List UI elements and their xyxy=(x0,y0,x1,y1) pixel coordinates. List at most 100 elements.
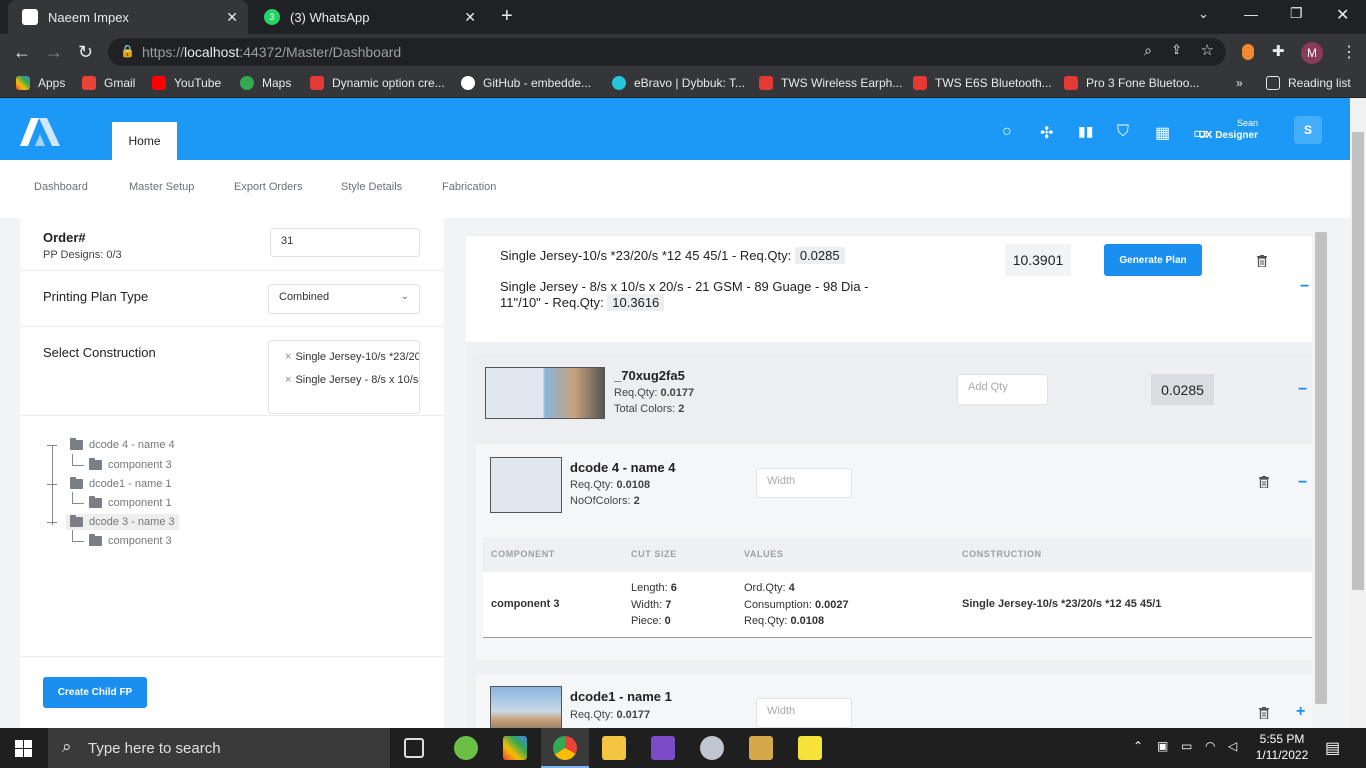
extension-icon[interactable] xyxy=(1242,44,1254,60)
construction-chip[interactable]: ×Single Jersey - 8/s x 10/s x 20/s xyxy=(285,370,419,390)
network-icon[interactable]: ✣ xyxy=(1040,123,1053,143)
sticky-notes-icon[interactable] xyxy=(798,736,822,760)
delete-icon[interactable] xyxy=(1259,707,1269,719)
dcode4-name: dcode 4 - name 4 xyxy=(570,460,676,475)
taskbar-search-input[interactable]: ⌕ Type here to search xyxy=(48,728,390,768)
tab-search-chevron-icon[interactable]: ⌄ xyxy=(1198,6,1209,22)
collapse-icon[interactable]: − xyxy=(1298,381,1307,399)
tree-node-dcode3[interactable]: dcode 3 - name 3 xyxy=(66,514,179,530)
visual-studio-icon[interactable] xyxy=(651,736,675,760)
bookmark-pro3[interactable]: Pro 3 Fone Bluetoo... xyxy=(1064,76,1199,90)
nav-fabrication[interactable]: Fabrication xyxy=(442,181,496,193)
paint-icon[interactable] xyxy=(700,736,724,760)
tab-whatsapp[interactable]: 3 (3) WhatsApp ✕ xyxy=(250,0,486,34)
basket-icon[interactable]: ⛉ xyxy=(1117,123,1129,141)
new-tab-icon[interactable]: + xyxy=(501,5,513,28)
bookmark-star-icon[interactable]: ☆ xyxy=(1201,41,1214,59)
bookmark-dynamic-option[interactable]: Dynamic option cre... xyxy=(310,76,445,90)
collapse-icon[interactable]: − xyxy=(1298,474,1307,492)
close-tab-icon[interactable]: ✕ xyxy=(226,9,238,26)
user-info[interactable]: Sean UX Designer xyxy=(1199,118,1258,141)
back-icon[interactable]: ← xyxy=(13,42,31,62)
folder-open-icon xyxy=(70,438,83,450)
tree-leaf-component[interactable]: component 3 xyxy=(89,534,172,547)
notifications-icon[interactable]: ▤ xyxy=(1325,738,1340,758)
collapse-icon[interactable]: − xyxy=(1300,278,1309,296)
profile-avatar[interactable]: M xyxy=(1301,42,1323,64)
delete-icon[interactable] xyxy=(1259,476,1269,488)
tree-leaf-component[interactable]: component 1 xyxy=(89,496,172,509)
volume-icon[interactable]: ◁ xyxy=(1228,739,1237,753)
expand-icon[interactable]: + xyxy=(1296,703,1305,721)
width-input[interactable]: Width xyxy=(756,698,852,728)
tree-node-dcode4[interactable]: dcode 4 - name 4 xyxy=(70,438,175,451)
url-path: :44372/Master/Dashboard xyxy=(239,44,402,60)
chart-icon[interactable]: ▮▮ xyxy=(1078,123,1093,140)
order-number-input[interactable]: 31 xyxy=(270,228,420,257)
tree-node-dcode1[interactable]: dcode1 - name 1 xyxy=(70,477,172,490)
minimize-icon[interactable]: — xyxy=(1244,6,1258,22)
construction-multiselect[interactable]: ×Single Jersey-10/s *23/20/s *12 45 45/1… xyxy=(268,340,420,414)
store-icon[interactable] xyxy=(503,736,527,760)
battery-icon[interactable]: ▭ xyxy=(1181,739,1192,753)
address-bar-row: ← → ↻ 🔒 https://localhost:44372/Master/D… xyxy=(0,34,1366,70)
bookmark-ebravo[interactable]: eBravo | Dybbuk: T... xyxy=(612,76,745,90)
avatar[interactable]: S xyxy=(1294,116,1322,144)
app-icon[interactable] xyxy=(454,736,478,760)
nav-dashboard[interactable]: Dashboard xyxy=(34,181,88,193)
nav-master-setup[interactable]: Master Setup xyxy=(129,181,194,193)
bookmark-youtube[interactable]: YouTube xyxy=(152,76,221,90)
col-cut-size: CUT SIZE xyxy=(631,549,677,559)
url-bar[interactable]: 🔒 https://localhost:44372/Master/Dashboa… xyxy=(108,38,1226,66)
clock[interactable]: 5:55 PM 1/11/2022 xyxy=(1252,731,1312,763)
bookmarks-bar: Apps Gmail YouTube Maps Dynamic option c… xyxy=(0,70,1366,98)
page-scrollbar-thumb[interactable] xyxy=(1352,132,1364,590)
panel-scrollbar[interactable] xyxy=(1315,232,1327,704)
remove-chip-icon[interactable]: × xyxy=(285,374,291,386)
windows-start-icon[interactable] xyxy=(15,740,32,757)
reload-icon[interactable]: ↻ xyxy=(78,42,93,62)
construction-chip[interactable]: ×Single Jersey-10/s *23/20/s *12 45 45/1 xyxy=(285,347,419,367)
folder-open-icon xyxy=(70,515,83,527)
share-icon[interactable]: ⇪ xyxy=(1171,42,1182,58)
search-icon[interactable]: ○ xyxy=(1002,123,1012,141)
apps-icon[interactable]: ▦ xyxy=(1155,123,1170,143)
generate-plan-button[interactable]: Generate Plan xyxy=(1104,244,1202,276)
tab-home[interactable]: Home xyxy=(112,122,177,160)
delete-icon[interactable] xyxy=(1257,255,1267,267)
bookmark-tws-earph[interactable]: TWS Wireless Earph... xyxy=(759,76,902,90)
file-explorer-icon[interactable] xyxy=(602,736,626,760)
nav-export-orders[interactable]: Export Orders xyxy=(234,181,302,193)
extensions-puzzle-icon[interactable]: ✚ xyxy=(1272,42,1285,60)
plan-detail-panel: Single Jersey-10/s *23/20/s *12 45 45/1 … xyxy=(466,234,1312,728)
tray-icon[interactable]: ▣ xyxy=(1157,739,1168,753)
apps-grid-icon xyxy=(16,76,30,90)
tray-chevron-icon[interactable]: ⌃ xyxy=(1133,739,1143,753)
wifi-icon[interactable]: ◠ xyxy=(1205,739,1215,753)
tree-leaf-component[interactable]: component 3 xyxy=(89,458,172,471)
printing-plan-type-select[interactable]: Combined ⌄ xyxy=(268,284,420,314)
bookmark-apps[interactable]: Apps xyxy=(16,76,65,90)
window-close-icon[interactable]: ✕ xyxy=(1336,5,1349,25)
bookmark-maps[interactable]: Maps xyxy=(240,76,291,90)
width-input[interactable]: Width xyxy=(756,468,852,498)
close-tab-icon[interactable]: ✕ xyxy=(464,9,476,26)
remove-chip-icon[interactable]: × xyxy=(285,351,291,363)
bookmarks-overflow[interactable]: » xyxy=(1236,76,1243,90)
zoom-icon[interactable]: ⌕ xyxy=(1144,42,1152,59)
tab-naeem-impex[interactable]: Naeem Impex ✕ xyxy=(8,0,248,34)
nav-style-details[interactable]: Style Details xyxy=(341,181,402,193)
restore-icon[interactable]: ❐ xyxy=(1290,5,1303,22)
tools-icon[interactable] xyxy=(749,736,773,760)
bookmark-gmail[interactable]: Gmail xyxy=(82,76,135,90)
bookmark-tws-e6s[interactable]: TWS E6S Bluetooth... xyxy=(913,76,1052,90)
browser-menu-icon[interactable]: ⋮ xyxy=(1341,42,1357,62)
dcode1-req-qty: Req.Qty: 0.0177 xyxy=(570,709,651,721)
bookmark-github[interactable]: GitHub - embedde... xyxy=(461,76,591,90)
task-view-icon[interactable] xyxy=(404,738,424,758)
create-child-fp-button[interactable]: Create Child FP xyxy=(43,677,147,708)
forward-icon[interactable]: → xyxy=(45,42,63,62)
design-total-colors: Total Colors: 2 xyxy=(614,403,685,415)
add-qty-input[interactable]: Add Qty xyxy=(957,374,1048,405)
reading-list[interactable]: Reading list xyxy=(1266,76,1351,90)
